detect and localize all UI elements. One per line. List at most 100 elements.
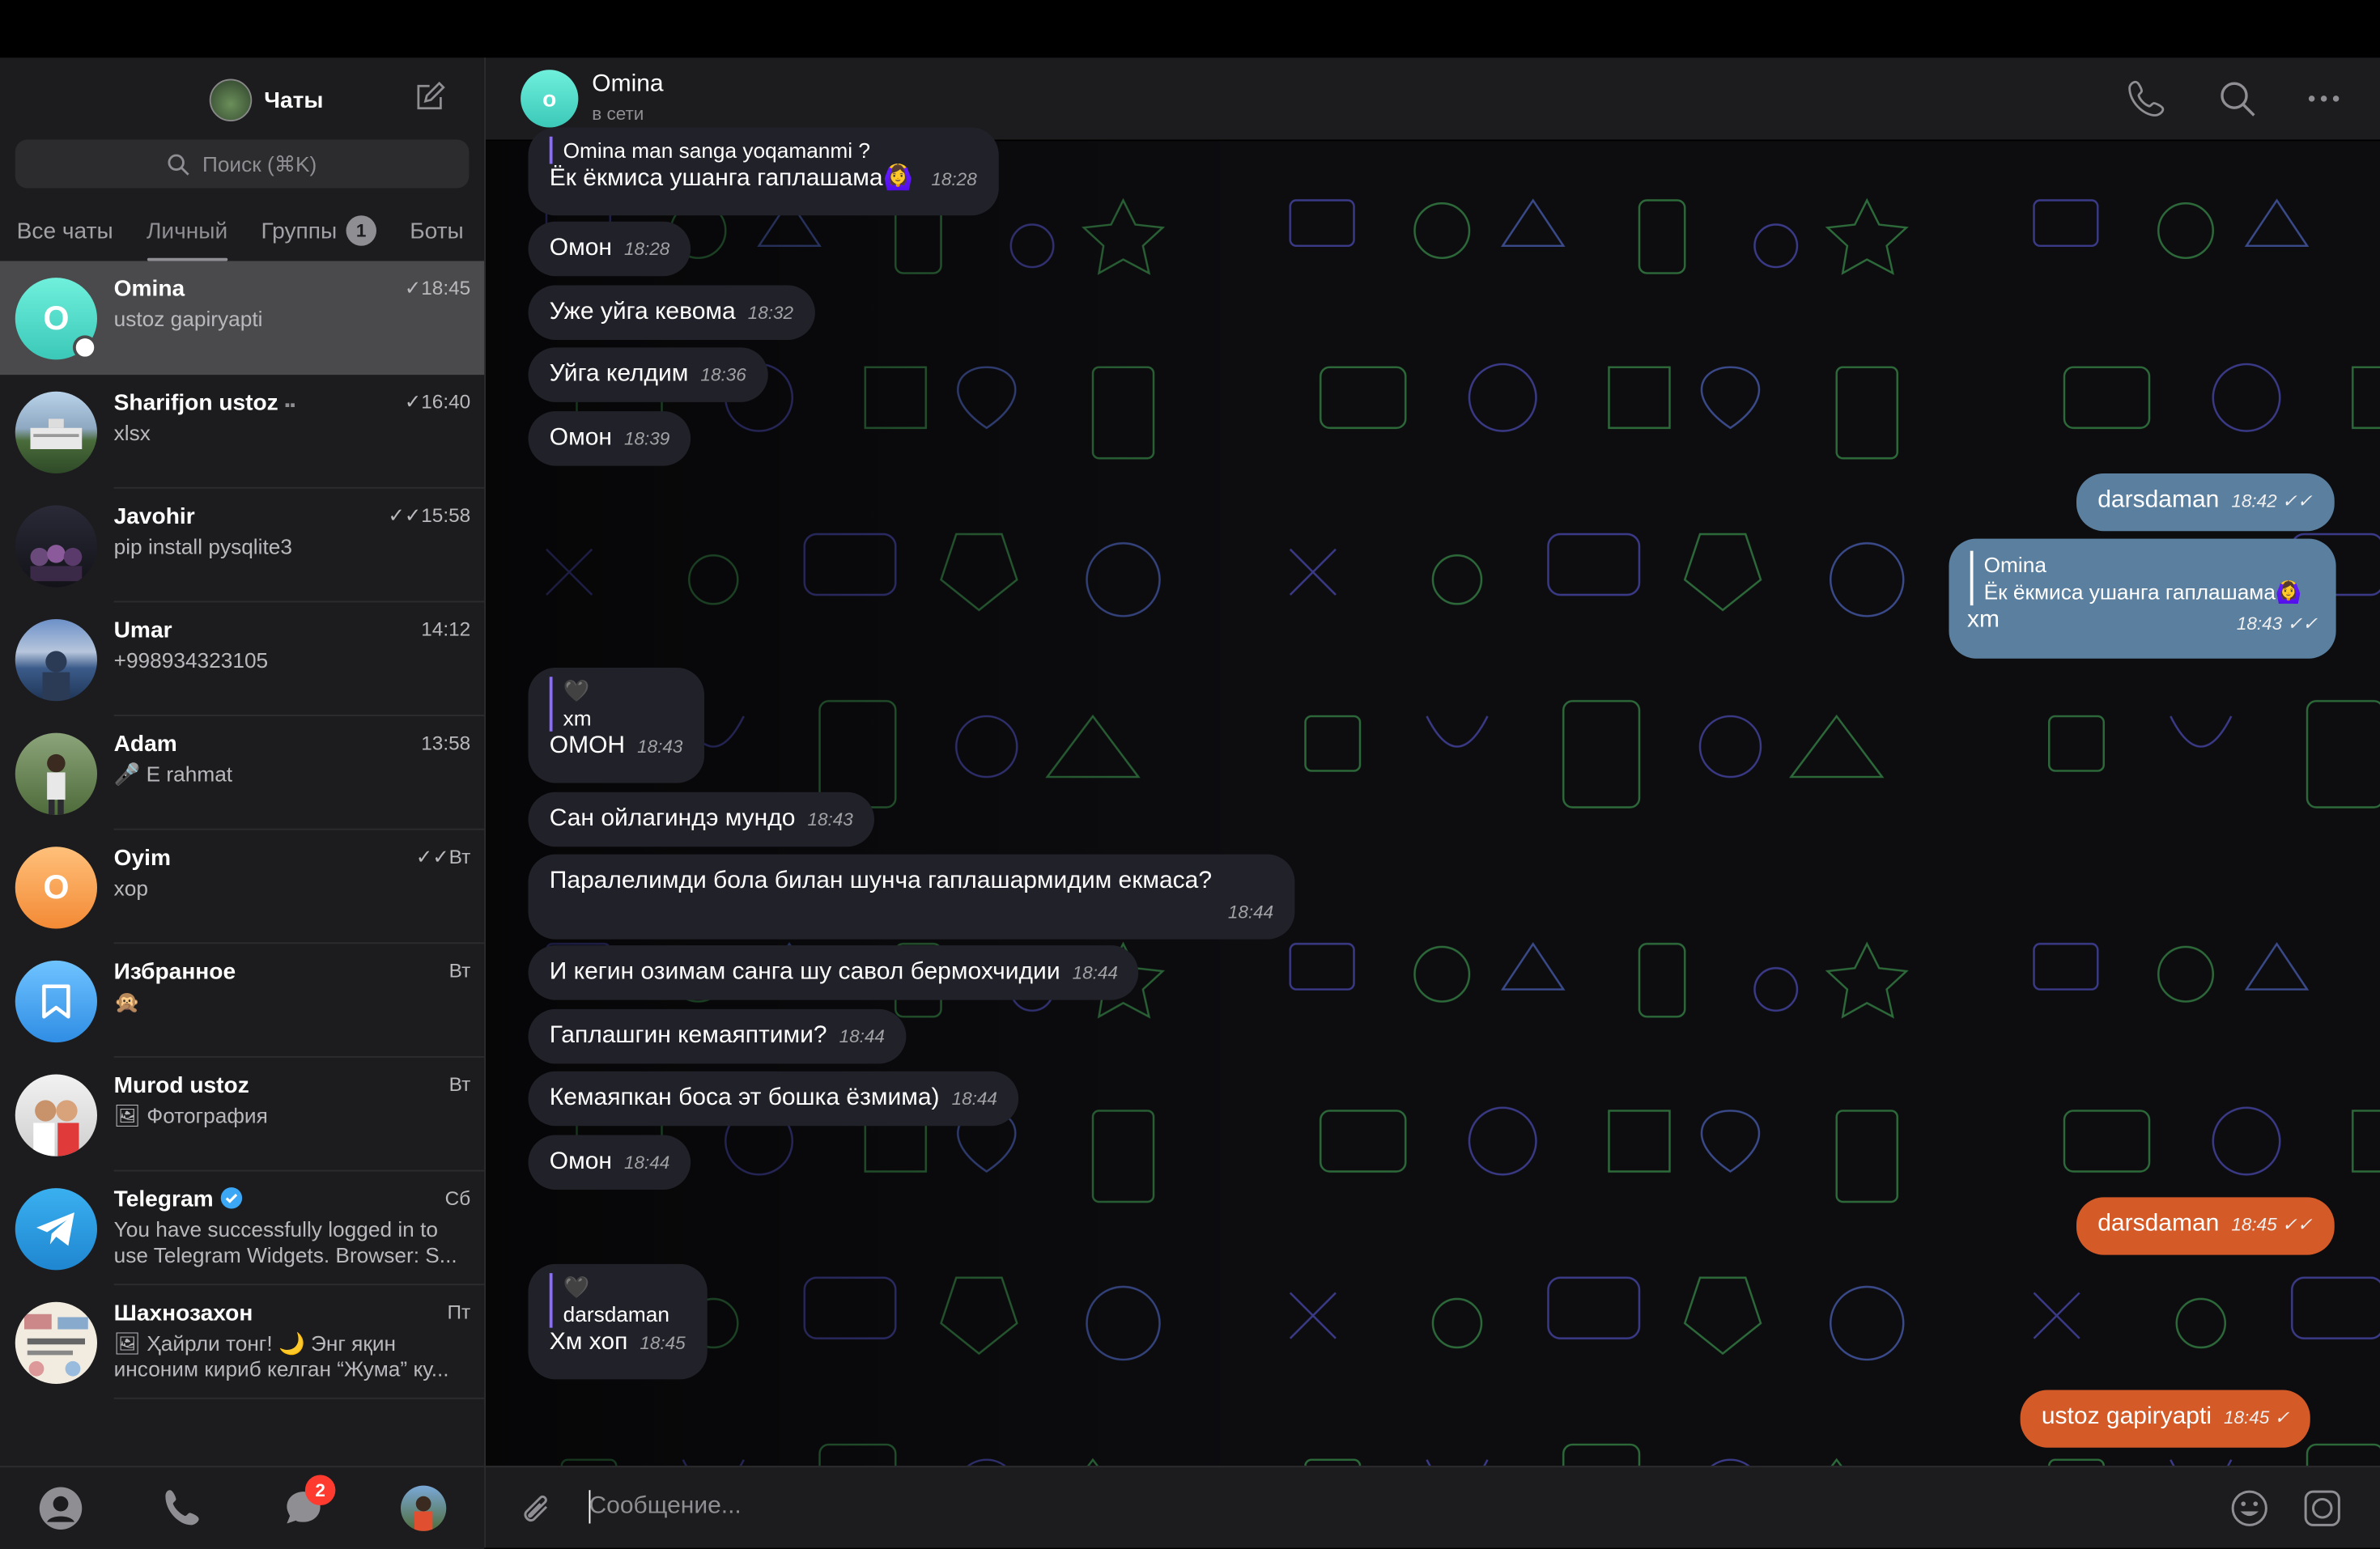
chat-item-javohir[interactable]: Javohir pip install pysqlite3 ✓✓15:58 [0, 489, 485, 603]
message-input[interactable]: Сообщение... [577, 1479, 2216, 1537]
message-incoming[interactable]: Уйга келдим 18:36 [528, 347, 767, 402]
search-icon[interactable] [2217, 79, 2257, 119]
message-time: 18:28 [623, 238, 670, 260]
reply-author: Omina [1983, 552, 2046, 577]
chat-item-murod-ustoz[interactable]: Murod ustoz 🖼 Фотография Вт [0, 1058, 485, 1172]
chat-item-adam[interactable]: Adam 🎤 E rahmat 13:58 [0, 716, 485, 830]
message-incoming[interactable]: Гаплашгин кемаяптими? 18:44 [528, 1008, 907, 1064]
message-incoming[interactable]: Омон 18:28 [528, 221, 691, 277]
chat-item-shakhnozakhon[interactable]: Шахнозахон 🖼 Ҳайрли тонг! 🌙 Энг яқин инс… [0, 1285, 485, 1399]
message-incoming-reply[interactable]: 🖤 darsdaman Хм хоп 18:45 [528, 1263, 707, 1380]
more-options-icon[interactable] [2304, 79, 2344, 119]
reply-text: Ёк ёкмиса ушанга гаплашама🙆‍♀️ [1983, 579, 2302, 605]
chat-name-text: Telegram [113, 1186, 214, 1213]
account-avatar[interactable] [209, 79, 253, 121]
message-text: Омон [549, 235, 612, 261]
message-text: Хм хоп [549, 1329, 628, 1356]
message-text: Омон [549, 425, 612, 451]
reply-quote[interactable]: 🖤 darsdaman [549, 1273, 686, 1328]
chat-item-oyim[interactable]: O Oyim xop ✓✓Вт [0, 830, 485, 944]
chat-item-telegram[interactable]: Telegram You have successfully logged in… [0, 1172, 485, 1286]
message-time: 18:42 ✓✓ [2231, 490, 2313, 511]
call-icon[interactable] [2127, 79, 2166, 119]
message-outgoing[interactable]: ustoz gapiryapti 18:45 ✓ [2020, 1390, 2311, 1448]
message-incoming[interactable]: Сан ойлагиндэ мундо 18:43 [528, 791, 874, 847]
reply-quote[interactable]: Omina Ёк ёкмиса ушанга гаплашама🙆‍♀️ [1970, 550, 2318, 606]
chat-item-sharifjon[interactable]: Sharifjon ustoz ▪▪ xlsx ✓16:40 [0, 375, 485, 489]
search-placeholder: Поиск (⌘K) [202, 151, 317, 176]
tab-label: Боты [410, 218, 464, 244]
chat-list: O Omina ustoz gapiryapti ✓18:45 Sharifjo… [0, 261, 485, 1399]
contact-name[interactable]: Omina [592, 71, 663, 99]
tab-bots[interactable]: Боты [393, 201, 481, 261]
avatar: O [15, 847, 97, 929]
sidebar-title-group: Чаты [209, 79, 324, 121]
chat-preview: You have successfully logged in to use T… [113, 1216, 457, 1267]
reply-author: Omina man sanga yoqamanmi ? [563, 138, 870, 163]
message-incoming[interactable]: Омон 18:39 [528, 411, 691, 466]
message-incoming[interactable]: Кемаяпкан боса эт бошка ёзмима) 18:44 [528, 1071, 1019, 1127]
message-time: 18:32 [747, 302, 794, 324]
contact-avatar[interactable]: o [521, 70, 579, 128]
tab-groups[interactable]: Группы 1 [244, 201, 393, 261]
sidebar-header: Чаты [0, 57, 484, 137]
message-incoming[interactable]: Omina man sanga yoqamanmi ? Ёк ёкмиса уш… [528, 127, 998, 216]
group-photo-icon [30, 545, 83, 582]
message-incoming-reply[interactable]: 🖤 xm ОМОН 18:43 [528, 668, 704, 783]
person-photo-icon [42, 651, 70, 702]
chat-item-umar[interactable]: Umar +998934323105 14:12 [0, 602, 485, 716]
message-composer: Сообщение... [486, 1466, 2380, 1548]
compose-icon[interactable] [413, 80, 446, 113]
tab-all-chats[interactable]: Все чаты [0, 201, 130, 261]
chats-unread-badge: 2 [304, 1475, 336, 1505]
message-incoming[interactable]: Омон 18:44 [528, 1135, 691, 1190]
message-time: 18:45 [640, 1332, 686, 1354]
calls-icon[interactable] [159, 1486, 205, 1531]
avatar [15, 1074, 97, 1156]
chat-preview: xlsx [113, 420, 151, 445]
video-message-icon[interactable] [2302, 1488, 2342, 1528]
chat-name: Umar [113, 617, 172, 643]
message-incoming[interactable]: Паралелимди бола билан шунча гаплашармид… [528, 854, 1295, 940]
search-input[interactable]: Поиск (⌘K) [15, 139, 470, 189]
message-text: xm [1967, 607, 2000, 633]
attach-icon[interactable] [516, 1488, 556, 1528]
chat-time: Вт [448, 959, 471, 982]
chat-preview: 🎤 E rahmat [113, 762, 233, 787]
message-incoming[interactable]: И кегин озимам санга шу савол бермохчиди… [528, 945, 1140, 1000]
message-outgoing-reply[interactable]: Omina Ёк ёкмиса ушанга гаплашама🙆‍♀️ xm 1… [1949, 538, 2336, 659]
reply-quote[interactable]: Omina man sanga yoqamanmi ? [549, 136, 977, 164]
chat-item-saved-messages[interactable]: Избранное 🙊 Вт [0, 944, 485, 1058]
chat-item-omina[interactable]: O Omina ustoz gapiryapti ✓18:45 [0, 261, 485, 376]
avatar [15, 505, 97, 588]
chat-time: 14:12 [421, 617, 471, 641]
message-outgoing[interactable]: darsdaman 18:42 ✓✓ [2076, 473, 2334, 532]
avatar [15, 391, 97, 473]
message-incoming[interactable]: Уже уйга кевома 18:32 [528, 285, 815, 340]
contact-status: в сети [592, 103, 644, 125]
settings-avatar-icon[interactable] [401, 1485, 447, 1531]
chat-time: ✓18:45 [404, 276, 471, 299]
folder-tabs: Все чаты Личный Группы 1 Боты [0, 201, 484, 261]
tab-personal[interactable]: Личный [130, 201, 244, 261]
message-time: 18:44 [839, 1025, 885, 1047]
reply-quote[interactable]: 🖤 xm [549, 677, 683, 732]
emoji-icon[interactable] [2229, 1488, 2269, 1528]
sidebar-title: Чаты [264, 87, 324, 113]
telegram-plane-icon [36, 1212, 74, 1246]
message-time: 18:45 ✓ [2223, 1407, 2290, 1428]
chat-time: ✓✓Вт [415, 845, 471, 868]
person-photo-icon [33, 1100, 79, 1156]
contacts-icon[interactable] [38, 1486, 83, 1531]
message-time: 18:44 [623, 1152, 670, 1173]
person-photo-icon [47, 753, 66, 815]
chat-preview: pip install pysqlite3 [113, 534, 292, 558]
message-text: Уйга келдим [549, 361, 689, 388]
avatar [15, 619, 97, 702]
message-time: 18:36 [700, 364, 746, 386]
message-time: 18:43 [807, 808, 853, 830]
verified-icon [220, 1187, 242, 1209]
reply-author: 🖤 [563, 678, 590, 703]
message-outgoing[interactable]: darsdaman 18:45 ✓✓ [2076, 1197, 2334, 1255]
message-text: Уже уйга кевома [549, 299, 736, 325]
